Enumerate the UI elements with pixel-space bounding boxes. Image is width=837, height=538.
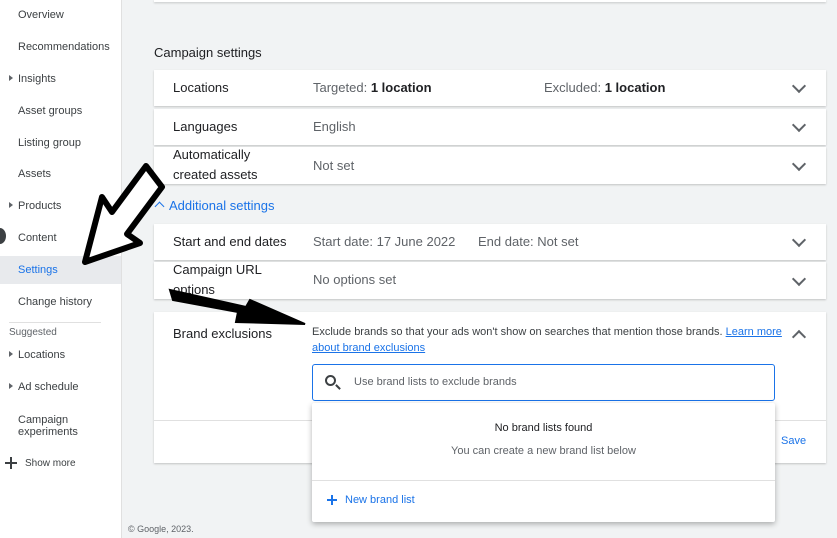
- sidebar-item-label: Overview: [18, 9, 64, 21]
- caret-right-icon: [9, 75, 13, 81]
- chevron-up-icon[interactable]: [154, 201, 165, 212]
- sidebar-item-settings[interactable]: Settings: [0, 256, 121, 284]
- plus-icon: [5, 457, 17, 469]
- campaign-url-row[interactable]: Campaign URL options No options set: [154, 262, 826, 299]
- sidebar-item-asset-groups[interactable]: Asset groups: [0, 97, 121, 125]
- sidebar-item-ad-schedule[interactable]: Ad schedule: [0, 373, 121, 401]
- sidebar-item-change-history[interactable]: Change history: [0, 288, 121, 316]
- plus-icon: [327, 495, 337, 505]
- chevron-down-icon[interactable]: [791, 271, 807, 287]
- caret-right-icon: [9, 351, 13, 357]
- sidebar-item-label: Change history: [18, 296, 92, 308]
- additional-settings-toggle[interactable]: Additional settings: [169, 198, 275, 213]
- auto-assets-value: Not set: [313, 158, 355, 173]
- locations-excluded: Excluded: 1 location: [544, 80, 666, 95]
- sidebar-item-listing-group[interactable]: Listing group: [0, 129, 121, 157]
- row-label: created assets: [173, 167, 258, 182]
- sidebar-item-overview[interactable]: Overview: [0, 1, 121, 29]
- chevron-down-icon[interactable]: [791, 117, 807, 133]
- sidebar-item-locations[interactable]: Locations: [0, 341, 121, 369]
- sidebar-item-label: Products: [18, 200, 62, 212]
- sidebar-item-label: Assets: [18, 168, 52, 180]
- sidebar-item-label: Asset groups: [18, 105, 83, 117]
- chevron-down-icon[interactable]: [791, 156, 807, 172]
- caret-right-icon: [9, 202, 13, 208]
- sidebar-item-label: Listing group: [18, 137, 81, 149]
- auto-assets-row[interactable]: Automatically created assets Not set: [154, 147, 826, 184]
- row-label: Automatically: [173, 147, 251, 162]
- sidebar: Overview Recommendations Insights Asset …: [0, 0, 122, 538]
- locations-targeted: Targeted: 1 location: [313, 80, 432, 95]
- sidebar-item-label: Content: [18, 232, 57, 244]
- row-label: Campaign URL: [173, 262, 262, 277]
- new-brand-list-button[interactable]: New brand list: [345, 494, 415, 506]
- start-date: Start date: 17 June 2022: [313, 234, 456, 249]
- end-date: End date: Not set: [478, 234, 579, 249]
- section-title: Campaign settings: [154, 45, 262, 60]
- sidebar-item-insights[interactable]: Insights: [0, 65, 121, 93]
- sidebar-item-assets[interactable]: Assets: [0, 160, 121, 188]
- row-label: Start and end dates: [173, 234, 287, 249]
- chevron-down-icon[interactable]: [791, 232, 807, 248]
- sidebar-item-label: Settings: [18, 264, 58, 276]
- sidebar-item-content[interactable]: Content: [0, 224, 121, 252]
- caret-right-icon: [9, 383, 13, 389]
- row-label: Languages: [173, 119, 238, 134]
- sidebar-item-label: Insights: [18, 73, 56, 85]
- brand-exclusions-label: Brand exclusions: [173, 326, 272, 341]
- sidebar-item-products[interactable]: Products: [0, 192, 121, 220]
- locations-row[interactable]: Locations Targeted: 1 location Excluded:…: [154, 70, 826, 106]
- sidebar-item-label: Locations: [18, 349, 66, 361]
- save-button[interactable]: Save: [781, 435, 806, 447]
- languages-value: English: [313, 119, 356, 134]
- chevron-down-icon[interactable]: [791, 78, 807, 94]
- show-more-link[interactable]: Show more: [25, 458, 76, 469]
- dropdown-divider: [312, 480, 775, 481]
- sidebar-item-label: Recommendations: [18, 41, 110, 53]
- suggested-heading: Suggested: [9, 327, 57, 338]
- dropdown-empty-subtitle: You can create a new brand list below: [451, 445, 636, 457]
- chevron-up-icon[interactable]: [791, 329, 807, 345]
- dropdown-empty-title: No brand lists found: [494, 422, 593, 434]
- brand-list-dropdown: No brand lists found You can create a ne…: [312, 403, 775, 522]
- top-card-edge: [154, 0, 826, 2]
- sidebar-divider: [9, 322, 101, 323]
- row-label: options: [173, 282, 215, 297]
- brand-exclusions-description: Exclude brands so that your ads won't sh…: [312, 326, 782, 354]
- campaign-url-value: No options set: [313, 272, 397, 287]
- dates-row[interactable]: Start and end dates Start date: 17 June …: [154, 224, 826, 260]
- sidebar-item-recommendations[interactable]: Recommendations: [0, 33, 121, 61]
- footer-copyright: © Google, 2023.: [128, 524, 194, 534]
- languages-row[interactable]: Languages English: [154, 109, 826, 145]
- search-icon: [325, 375, 336, 386]
- brand-search-field[interactable]: [312, 364, 775, 401]
- sidebar-item-label: Ad schedule: [18, 381, 79, 393]
- brand-search-input[interactable]: [354, 373, 754, 391]
- sidebar-item-campaign-experiments[interactable]: Campaign experiments: [0, 410, 100, 442]
- row-label: Locations: [173, 80, 229, 95]
- sidebar-item-label: Campaign experiments: [18, 414, 78, 438]
